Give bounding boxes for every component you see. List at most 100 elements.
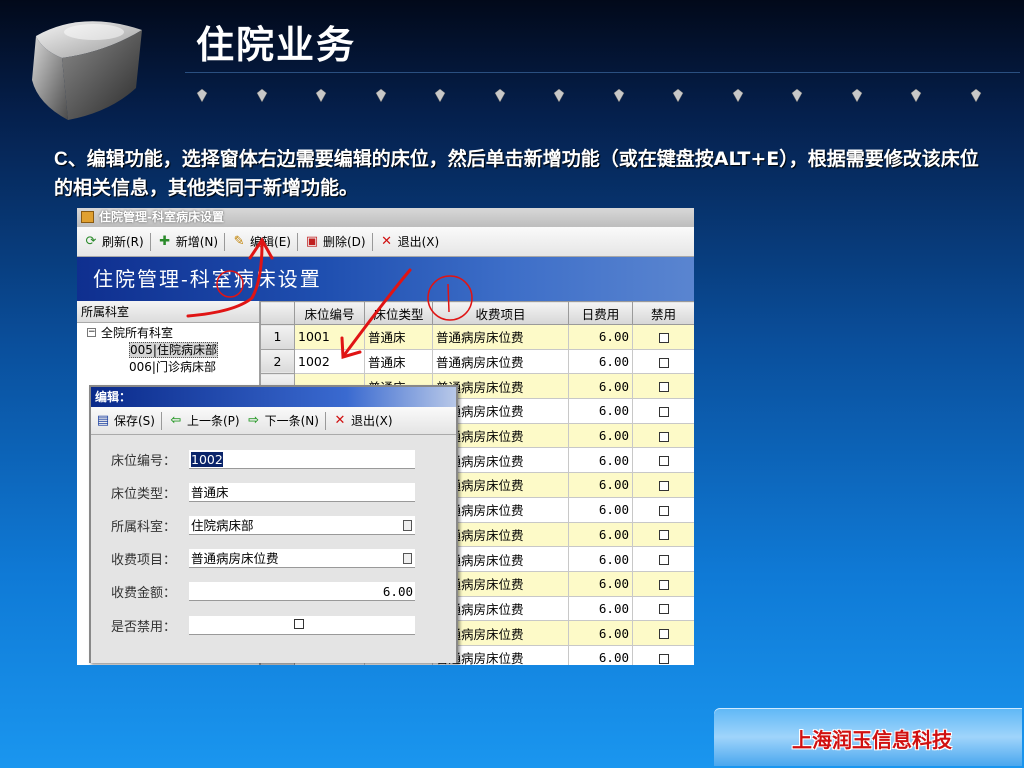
daily-cost-cell[interactable]: 6.00: [568, 472, 633, 498]
fee-item-value: 普通病房床位费: [191, 550, 279, 566]
daily-cost-cell[interactable]: 6.00: [568, 570, 633, 597]
disabled-cell: [632, 496, 694, 523]
toolbar-separator: [324, 411, 326, 430]
daily-cost-cell[interactable]: 6.00: [568, 546, 633, 572]
bed-no-cell[interactable]: 1002: [294, 348, 365, 375]
row-number[interactable]: 2: [260, 348, 295, 375]
disabled-checkbox[interactable]: [658, 555, 669, 566]
table-row[interactable]: 1 1001 普通床 普通病房床位费 6.00: [260, 324, 694, 350]
instruction-text: C、编辑功能，选择窗体右边需要编辑的床位，然后单击新增功能（或在键盘按ALT+E…: [54, 145, 994, 203]
dropdown-icon[interactable]: [403, 519, 412, 531]
row-number[interactable]: 1: [260, 324, 295, 350]
toolbar-separator: [160, 411, 162, 430]
daily-cost-cell[interactable]: 6.00: [568, 521, 633, 548]
dept-select[interactable]: 住院病床部: [189, 515, 415, 535]
col-header-fee-item[interactable]: 收费项目: [432, 301, 569, 325]
daily-cost-cell[interactable]: 6.00: [568, 373, 633, 400]
disabled-checkbox[interactable]: [658, 332, 669, 343]
bed-no-row: 床位编号： 1002: [111, 449, 415, 469]
disabled-checkbox[interactable]: [658, 604, 669, 615]
col-header-rownum: [260, 301, 295, 325]
daily-cost-cell[interactable]: 6.00: [568, 398, 633, 424]
dropdown-icon[interactable]: [403, 552, 412, 564]
edit-dialog-title: 编辑：: [91, 387, 456, 407]
col-header-daily-cost[interactable]: 日费用: [568, 301, 633, 325]
disabled-checkbox[interactable]: [294, 618, 304, 629]
collapse-icon[interactable]: −: [87, 328, 96, 337]
daily-cost-cell[interactable]: 6.00: [568, 447, 633, 474]
disabled-cell: [632, 644, 694, 665]
daily-cost-cell[interactable]: 6.00: [568, 496, 633, 523]
edit-button[interactable]: ✎ 编辑(E): [231, 231, 291, 253]
delete-button[interactable]: ▣ 删除(D): [304, 231, 366, 253]
bed-type-cell[interactable]: 普通床: [364, 324, 433, 350]
fee-amount-label: 收费金额：: [111, 585, 177, 601]
fee-amount-row: 收费金额： 6.00: [111, 581, 415, 601]
disabled-checkbox[interactable]: [658, 629, 669, 640]
bed-no-cell[interactable]: 1001: [294, 324, 365, 350]
window-titlebar: 住院管理-科室病床设置: [77, 208, 694, 227]
disabled-checkbox[interactable]: [658, 653, 669, 664]
fee-item-cell[interactable]: 普通病房床位费: [432, 348, 569, 375]
col-header-disabled[interactable]: 禁用: [632, 301, 694, 325]
next-record-button[interactable]: ⇨ 下一条(N): [246, 410, 319, 432]
tree-item-inpatient[interactable]: 005|住院病床部: [85, 342, 259, 359]
fee-item-cell[interactable]: 普通病房床位费: [432, 324, 569, 350]
instruction-body: 、编辑功能，选择窗体右边需要编辑的床位，然后单击新增功能（或在键盘按ALT+E）…: [54, 148, 979, 199]
daily-cost-cell[interactable]: 6.00: [568, 422, 633, 449]
daily-cost-cell[interactable]: 6.00: [568, 348, 633, 375]
disabled-checkbox[interactable]: [658, 406, 669, 417]
bed-type-input[interactable]: 普通床: [189, 482, 415, 502]
fee-item-label: 收费项目：: [111, 552, 177, 568]
daily-cost-cell[interactable]: 6.00: [568, 644, 633, 665]
fee-amount-input[interactable]: 6.00: [189, 581, 415, 601]
bed-type-cell[interactable]: 普通床: [364, 348, 433, 375]
refresh-label: 刷新(R): [102, 235, 144, 249]
arrow-right-icon: ⇨: [248, 413, 260, 428]
gem-icon: [196, 88, 982, 103]
col-header-bed-no[interactable]: 床位编号: [294, 301, 365, 325]
disabled-checkbox[interactable]: [658, 456, 669, 467]
daily-cost-cell[interactable]: 6.00: [568, 595, 633, 622]
daily-cost-cell[interactable]: 6.00: [568, 324, 633, 350]
disabled-checkbox[interactable]: [658, 382, 669, 393]
disabled-checkbox[interactable]: [658, 530, 669, 541]
exit-button[interactable]: ✕ 退出(X): [379, 231, 439, 253]
page-title: 住院业务: [196, 23, 357, 67]
footer-brand: 上海润玉信息科技: [714, 708, 1022, 766]
toolbar-separator: [149, 232, 151, 251]
disabled-cell: [632, 620, 694, 646]
toolbar-separator: [297, 232, 298, 251]
close-x-icon: ✕: [381, 234, 393, 249]
tree-item-label: 006|门诊病床部: [129, 360, 216, 374]
window-app-icon: [81, 211, 94, 223]
tree-header: 所属科室: [77, 301, 259, 323]
disabled-checkbox[interactable]: [658, 480, 669, 491]
prev-record-button[interactable]: ⇦ 上一条(P): [168, 410, 240, 432]
department-tree: − 全院所有科室 005|住院病床部 006|门诊病床部: [77, 323, 259, 376]
bed-no-input[interactable]: 1002: [189, 449, 415, 469]
fee-item-select[interactable]: 普通病房床位费: [189, 548, 415, 568]
disabled-checkbox[interactable]: [658, 431, 669, 442]
add-button[interactable]: ✚ 新增(N): [157, 231, 218, 253]
dept-row: 所属科室： 住院病床部: [111, 515, 415, 535]
disabled-cell: [632, 348, 694, 375]
save-button[interactable]: ▤ 保存(S): [95, 410, 155, 432]
app-screenshot: 住院管理-科室病床设置 ⟳ 刷新(R) ✚ 新增(N) ✎ 编辑(E) ▣ 删除(D) …: [77, 208, 694, 665]
tree-item-outpatient[interactable]: 006|门诊病床部: [85, 359, 259, 376]
disabled-checkbox[interactable]: [658, 579, 669, 590]
refresh-button[interactable]: ⟳ 刷新(R): [83, 231, 144, 253]
edit-dialog-toolbar: ▤ 保存(S) ⇦ 上一条(P) ⇨ 下一条(N) ✕ 退出(X): [91, 407, 456, 435]
tree-root-node[interactable]: − 全院所有科室: [85, 325, 259, 342]
disabled-checkbox[interactable]: [658, 357, 669, 368]
dialog-exit-button[interactable]: ✕ 退出(X): [332, 410, 392, 432]
grid-header-row: 床位编号 床位类型 收费项目 日费用 禁用: [260, 301, 694, 325]
daily-cost-cell[interactable]: 6.00: [568, 620, 633, 646]
disabled-cell: [632, 373, 694, 400]
disabled-checkbox[interactable]: [658, 505, 669, 516]
table-row[interactable]: 2 1002 普通床 普通病房床位费 6.00: [260, 348, 694, 375]
col-header-bed-type[interactable]: 床位类型: [364, 301, 433, 325]
bed-no-value: 1002: [191, 451, 223, 467]
edit-pencil-icon: ✎: [233, 234, 245, 249]
disabled-cell: [632, 570, 694, 597]
